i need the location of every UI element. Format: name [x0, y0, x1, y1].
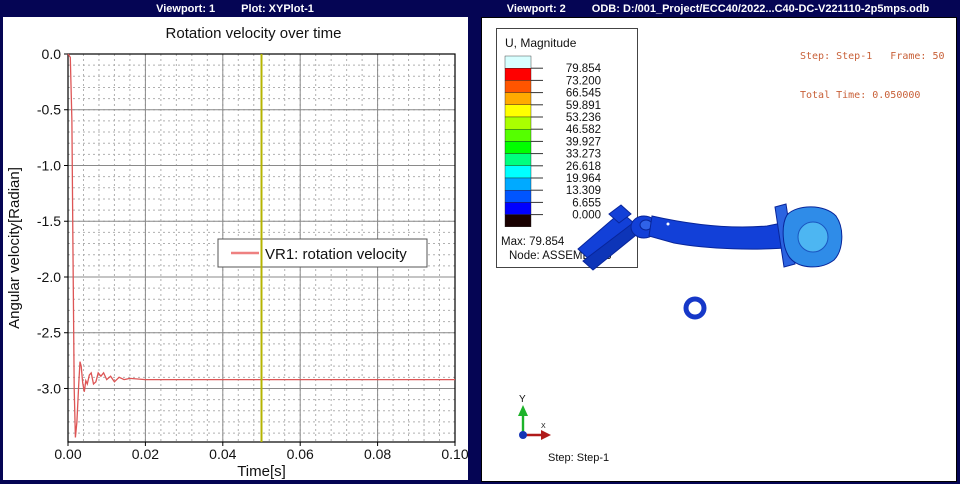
- deformed-model-view: Y X: [518, 203, 843, 440]
- model-node-marker: [666, 222, 670, 226]
- xy-plot: 0.00 0.02 0.04 0.06 0.08 0.10 0.0 -0.5 -1.0 -1.5 -…: [6, 25, 468, 480]
- triad-origin: [519, 431, 527, 439]
- viewport1-titlebar[interactable]: Viewport: 1 Plot: XYPlot-1: [2, 0, 468, 17]
- x-tick-label: 0.02: [132, 446, 159, 462]
- y-tick-label: -2.5: [37, 325, 61, 341]
- viewport2-titlebar[interactable]: Viewport: 2 ODB: D:/001_Project/ECC40/20…: [478, 0, 958, 17]
- viewport1-title-label: Viewport: 1: [156, 2, 216, 15]
- x-tick-label: 0.04: [209, 446, 236, 462]
- y-axis-label: Angular velocity[Radian]: [6, 167, 23, 329]
- ring-part[interactable]: [683, 296, 707, 320]
- viewport1-plot-label: Plot: XYPlot-1: [241, 2, 314, 15]
- triad-y-arrowhead: [518, 405, 528, 416]
- y-tick-label: -2.0: [37, 269, 61, 285]
- viewport2-title-label: Viewport: 2: [506, 2, 566, 15]
- deformed-model[interactable]: [577, 203, 843, 271]
- curve-legend-label: VR1: rotation velocity: [265, 246, 407, 263]
- y-tick-label: -1.5: [37, 213, 61, 229]
- state-step-line: Step: Step-1: [548, 452, 610, 465]
- x-tick-label: 0.00: [54, 446, 81, 462]
- odb-state-block: Step: Step-1 Increment 43257: Step Time …: [548, 427, 828, 481]
- x-axis-label: Time[s]: [237, 463, 286, 480]
- x-tick-label: 0.08: [364, 446, 391, 462]
- x-tick-label: 0.10: [441, 446, 468, 462]
- y-tick-label: -0.5: [37, 102, 61, 118]
- viewport2-odb-label: ODB: D:/001_Project/ECC40/2022...C40-DC-…: [591, 2, 930, 15]
- model-hub-face: [797, 221, 829, 253]
- viewport-1-canvas[interactable]: 0.00 0.02 0.04 0.06 0.08 0.10 0.0 -0.5 -1.0 -1.5 -…: [3, 17, 468, 480]
- y-tick-label: 0.0: [42, 46, 62, 62]
- orientation-triad: Y X: [518, 394, 551, 440]
- plot-title: Rotation velocity over time: [166, 25, 342, 42]
- x-tick-label: 0.06: [287, 446, 314, 462]
- y-tick-label: -3.0: [37, 380, 61, 396]
- y-tick-label: -1.0: [37, 157, 61, 173]
- model-arm-bar: [648, 215, 796, 250]
- triad-y-label: Y: [519, 394, 526, 405]
- viewport-2-canvas[interactable]: U, Magnitude 79.854 73.200 66.545 59.891 53.2…: [481, 17, 957, 482]
- triad-x-label: X: [541, 423, 546, 430]
